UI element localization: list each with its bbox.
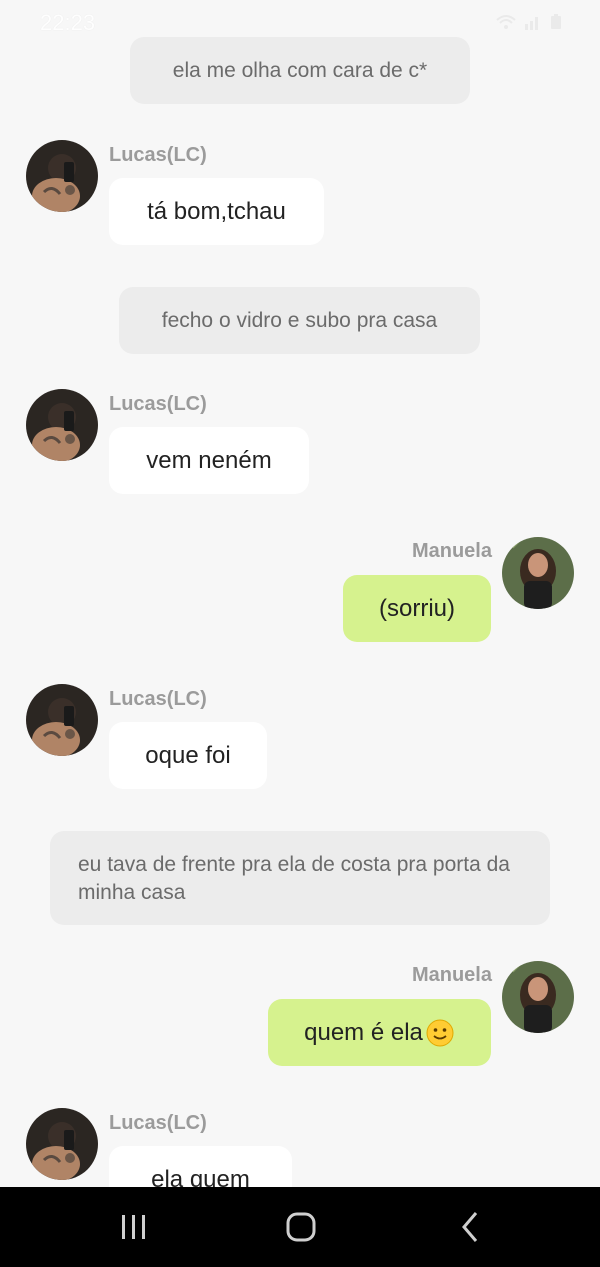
narration-message: ela me olha com cara de c* [130, 37, 470, 104]
status-icons [496, 14, 562, 30]
avatar-lucas[interactable] [26, 389, 98, 461]
home-icon [281, 1209, 321, 1245]
battery-icon [550, 14, 562, 30]
message-bubble[interactable]: tá bom,tchau [109, 178, 324, 245]
sender-name: Manuela [411, 964, 492, 986]
message-bubble[interactable]: (sorriu) [343, 575, 491, 642]
back-icon [450, 1209, 490, 1245]
avatar-lucas[interactable] [26, 684, 98, 756]
status-time: 22:23 [40, 10, 96, 35]
sender-name: Manuela [411, 540, 492, 562]
avatar-manuela[interactable] [502, 961, 574, 1033]
narration-text: eu tava de frente pra ela de costa pra p… [78, 853, 510, 904]
recent-apps-button[interactable] [114, 1209, 154, 1245]
navigation-bar [0, 1187, 600, 1267]
home-button[interactable] [281, 1209, 321, 1245]
sender-name: Lucas(LC) [109, 688, 207, 710]
sender-name: Lucas(LC) [109, 144, 207, 166]
message-bubble[interactable]: quem é ela [268, 999, 491, 1066]
message-text: quem é ela [304, 1018, 423, 1046]
avatar-manuela[interactable] [502, 537, 574, 609]
avatar-lucas[interactable] [26, 1108, 98, 1180]
message-text: oque foi [145, 741, 231, 769]
message-bubble[interactable]: vem neném [109, 427, 309, 494]
back-button[interactable] [450, 1209, 490, 1245]
recent-apps-icon [114, 1209, 154, 1245]
smiley-emoji-icon [425, 1018, 455, 1048]
narration-text: fecho o vidro e subo pra casa [161, 308, 438, 332]
message-text: tá bom,tchau [147, 197, 286, 225]
message-bubble[interactable]: oque foi [109, 722, 267, 789]
sender-name: Lucas(LC) [109, 393, 207, 415]
signal-icon [524, 14, 542, 30]
message-text: vem neném [146, 446, 272, 474]
wifi-icon [496, 14, 516, 30]
narration-text: ela me olha com cara de c* [172, 58, 428, 82]
message-text: (sorriu) [379, 594, 455, 622]
narration-message: fecho o vidro e subo pra casa [119, 287, 480, 354]
narration-message: eu tava de frente pra ela de costa pra p… [50, 831, 550, 925]
avatar-lucas[interactable] [26, 140, 98, 212]
sender-name: Lucas(LC) [109, 1112, 207, 1134]
